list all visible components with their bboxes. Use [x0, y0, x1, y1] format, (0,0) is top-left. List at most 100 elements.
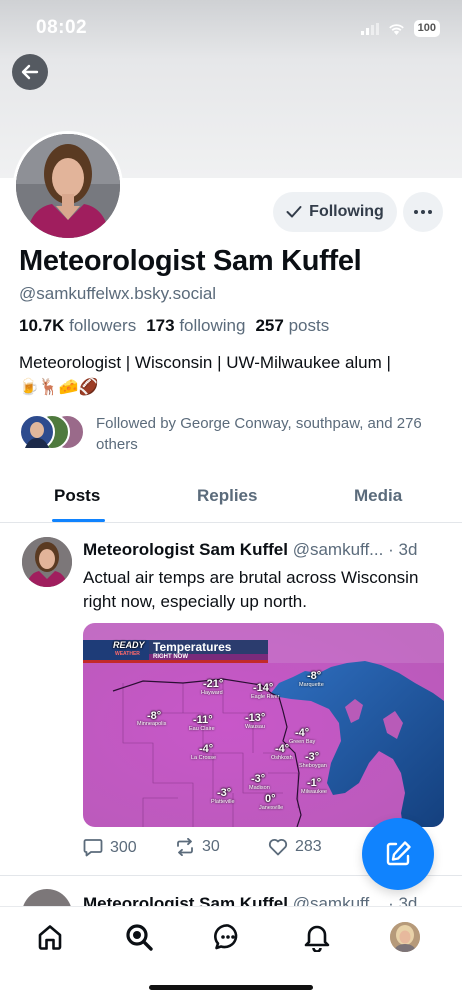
post-actions: 300 30 283 [83, 838, 383, 860]
temp-reading: -13° [245, 712, 266, 724]
post-image-weather-map[interactable]: READY WEATHER Temperatures RIGHT NOW -21… [83, 623, 444, 827]
city-label: Hayward [201, 690, 223, 696]
profile-stats: 10.7K followers 173 following 257 posts [19, 316, 329, 336]
like-button[interactable]: 283 [268, 838, 322, 856]
compose-button[interactable] [362, 818, 434, 890]
known-followers-avatars[interactable] [19, 414, 87, 452]
tab-media[interactable]: Media [354, 486, 402, 506]
temp-reading: -11° [193, 714, 213, 726]
post-author[interactable]: Meteorologist Sam Kuffel [83, 540, 288, 559]
more-dots-icon [414, 210, 432, 214]
tab-posts[interactable]: Posts [54, 486, 100, 506]
posts-stat: 257 posts [255, 316, 329, 336]
own-avatar [390, 922, 420, 952]
map-subtitle: RIGHT NOW [153, 654, 188, 660]
temp-reading: -4° [199, 743, 214, 755]
post-avatar-photo [22, 537, 72, 587]
profile-tabs: Posts Replies Media [0, 475, 462, 523]
compose-icon [386, 841, 411, 866]
reply-count: 300 [110, 838, 137, 856]
following-button-label: Following [309, 203, 384, 220]
profile-handle: @samkuffelwx.bsky.social [19, 284, 217, 303]
post-text: Actual air temps are brutal across Wisco… [83, 568, 419, 611]
posts-count: 257 [255, 316, 284, 335]
follower-face [25, 422, 49, 448]
check-icon [286, 206, 302, 218]
back-arrow-icon [21, 64, 39, 80]
nav-chat[interactable] [212, 921, 244, 953]
home-icon [38, 925, 62, 950]
temp-reading: -8° [307, 670, 322, 682]
nav-search[interactable] [123, 921, 155, 953]
temp-reading: 0° [265, 793, 276, 805]
heart-icon [268, 839, 288, 856]
own-avatar-photo [390, 922, 420, 952]
city-label: Madison [249, 785, 270, 791]
temp-reading: -1° [307, 777, 322, 789]
nav-notifications[interactable] [301, 921, 333, 953]
city-label: La Crosse [191, 755, 217, 761]
status-time: 08:02 [36, 17, 88, 38]
bell-icon [304, 925, 330, 952]
more-options-button[interactable] [403, 192, 443, 232]
following-stat[interactable]: 173 following [146, 316, 245, 336]
battery-indicator: 100 [413, 20, 440, 37]
temp-reading: -3° [251, 773, 266, 785]
city-label: Marquette [299, 682, 324, 688]
following-count: 173 [146, 316, 175, 335]
post-avatar[interactable] [22, 889, 72, 907]
repost-button[interactable]: 30 [175, 838, 220, 856]
followers-count: 10.7K [19, 316, 65, 335]
temp-reading: -3° [305, 751, 320, 763]
status-bar: 08:02 100 [0, 0, 462, 58]
post-time[interactable]: 3d [398, 540, 417, 559]
reply-icon [83, 839, 103, 857]
profile-bio: Meteorologist | Wisconsin | UW-Milwaukee… [19, 351, 449, 399]
followed-by-text[interactable]: Followed by George Conway, southpaw, and… [96, 413, 446, 455]
brand-line1: READY [113, 640, 145, 650]
post-header: Meteorologist Sam Kuffel @samkuff... · 3… [83, 540, 448, 560]
bio-emojis: 🍺🦌🧀🏈 [19, 377, 99, 396]
bio-line: Meteorologist | Wisconsin | UW-Milwaukee… [19, 353, 391, 372]
city-label: Sheboygan [299, 763, 327, 769]
tab-replies[interactable]: Replies [197, 486, 257, 506]
chat-icon [214, 924, 238, 950]
map-title: Temperatures [153, 640, 232, 654]
temp-reading: -4° [295, 727, 310, 739]
followers-label: followers [69, 316, 137, 335]
wifi-icon [388, 23, 404, 35]
display-name: Meteorologist Sam Kuffel [19, 245, 362, 277]
status-icons: 100 [360, 20, 440, 37]
back-button[interactable] [12, 54, 48, 90]
post-separator: · [388, 540, 394, 559]
temp-reading: -3° [217, 787, 232, 799]
home-indicator [149, 985, 313, 990]
city-label: Platteville [211, 799, 235, 805]
city-label: Eagle River [251, 694, 280, 700]
city-label: Green Bay [289, 739, 316, 745]
nav-profile[interactable] [389, 921, 421, 953]
temp-reading: -14° [253, 682, 274, 694]
following-button[interactable]: Following [273, 192, 397, 232]
temp-reading: -21° [203, 678, 224, 690]
brand-line2: WEATHER [115, 651, 140, 657]
following-label: following [179, 316, 246, 335]
city-label: Janesville [259, 805, 284, 811]
profile-avatar[interactable] [13, 131, 123, 241]
active-tab-indicator [52, 519, 105, 522]
post-avatar[interactable] [22, 537, 72, 587]
avatar-photo [16, 134, 120, 238]
repost-count: 30 [202, 838, 220, 855]
post-handle[interactable]: @samkuff... [293, 540, 384, 559]
nav-home[interactable] [34, 921, 66, 953]
repost-icon [177, 838, 193, 856]
search-icon [126, 924, 153, 951]
like-count: 283 [295, 838, 322, 855]
city-label: Wausau [245, 724, 265, 730]
city-label: Oshkosh [271, 755, 293, 761]
temp-reading: -4° [275, 743, 290, 755]
city-label: Milwaukee [301, 789, 327, 795]
followers-stat[interactable]: 10.7K followers [19, 316, 136, 336]
reply-button[interactable]: 300 [83, 838, 137, 857]
signal-icon [360, 22, 379, 35]
